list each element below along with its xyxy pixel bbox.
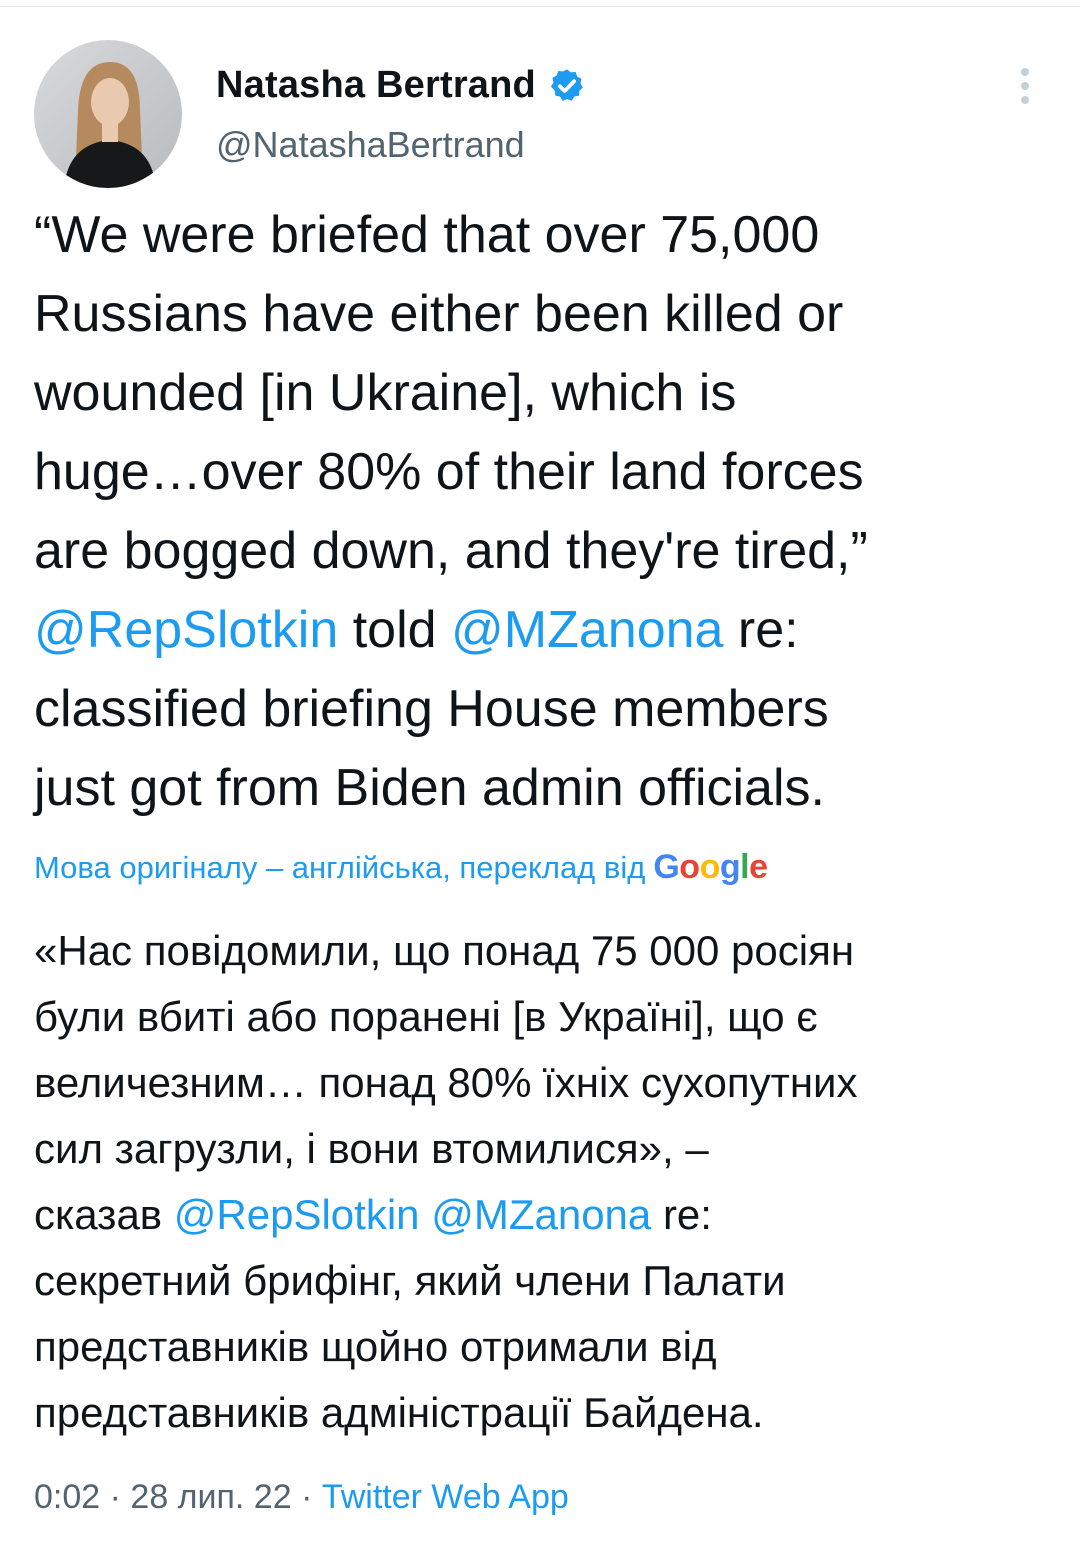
mention-link-repslotkin[interactable]: @RepSlotkin (34, 601, 338, 659)
tweet-date[interactable]: 28 лип. 22 (130, 1478, 291, 1516)
top-divider (0, 0, 1080, 7)
avatar-image (34, 40, 182, 188)
tweet-text: “We were briefed that over 75,000 Russia… (34, 196, 1054, 828)
tweet-time[interactable]: 0:02 (34, 1478, 100, 1516)
author-name[interactable]: Natasha Bertrand (216, 64, 536, 107)
tweet-text-part: “We were briefed that over 75,000 Russia… (34, 206, 868, 580)
meta-separator: · (291, 1478, 322, 1516)
verified-badge-icon (548, 67, 586, 105)
author-name-row[interactable]: Natasha Bertrand (216, 64, 586, 107)
tweet-source-link[interactable]: Twitter Web App (322, 1478, 569, 1516)
meta-separator: · (100, 1478, 131, 1516)
google-logo: Google (653, 848, 768, 886)
translation-attribution[interactable]: Мова оригіналу – англійська, переклад ві… (34, 848, 768, 887)
translation-note[interactable]: Мова оригіналу – англійська, переклад ві… (34, 850, 645, 886)
mention-link-repslotkin[interactable]: @RepSlotkin (174, 1191, 420, 1238)
tweet-text-part: told (338, 601, 451, 659)
translated-text: «Нас повідомили, що понад 75 000 росіян … (34, 918, 1054, 1446)
more-options-icon[interactable] (1012, 64, 1038, 108)
tweet-meta: 0:02 · 28 лип. 22 · Twitter Web App (34, 1478, 569, 1517)
translated-text-part (420, 1191, 432, 1238)
mention-link-mzanona[interactable]: @MZanona (451, 601, 723, 659)
mention-link-mzanona[interactable]: @MZanona (431, 1191, 651, 1238)
author-handle[interactable]: @NatashaBertrand (216, 124, 525, 166)
author-avatar[interactable] (34, 40, 182, 188)
